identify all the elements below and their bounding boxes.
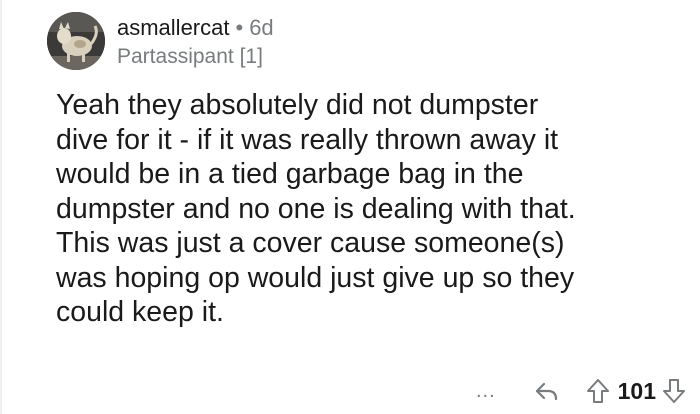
meta-row: asmallercat • 6d bbox=[117, 14, 274, 42]
comment-body-line: dumpster and no one is dealing with that… bbox=[56, 192, 576, 225]
user-flair: Partassipant [1] bbox=[117, 45, 263, 68]
reply-icon[interactable] bbox=[534, 380, 560, 402]
vote-controls: 101 bbox=[586, 378, 686, 405]
comment-body: Yeah they absolutely did not dumpster di… bbox=[56, 88, 686, 330]
comment-body-line: Yeah they absolutely did not dumpster bbox=[56, 89, 539, 121]
avatar-image bbox=[47, 12, 105, 70]
more-options-icon[interactable]: ... bbox=[476, 381, 496, 401]
vote-score: 101 bbox=[617, 377, 656, 404]
comment-actions: ... 101 bbox=[476, 376, 686, 406]
comment-body-line: was hoping op would just give up so they bbox=[56, 261, 575, 294]
avatar[interactable] bbox=[47, 12, 105, 70]
comment-body-line: This was just a cover cause someone(s) bbox=[56, 227, 565, 259]
comment-meta: asmallercat • 6d Partassipant [1] bbox=[117, 14, 274, 71]
comment-body-line: dive for it - if it was really thrown aw… bbox=[56, 123, 559, 156]
username-link[interactable]: asmallercat bbox=[117, 15, 229, 40]
comment-body-line: could keep it. bbox=[56, 296, 224, 328]
comment-body-line: would be in a tied garbage bag in the bbox=[56, 158, 524, 190]
thread-line[interactable] bbox=[0, 0, 2, 414]
comment: asmallercat • 6d Partassipant [1] Yeah the… bbox=[0, 0, 700, 414]
meta-separator: • bbox=[235, 15, 244, 40]
upvote-arrow-icon[interactable] bbox=[586, 378, 610, 404]
comment-age: 6d bbox=[249, 15, 274, 40]
downvote-arrow-icon[interactable] bbox=[662, 378, 686, 404]
